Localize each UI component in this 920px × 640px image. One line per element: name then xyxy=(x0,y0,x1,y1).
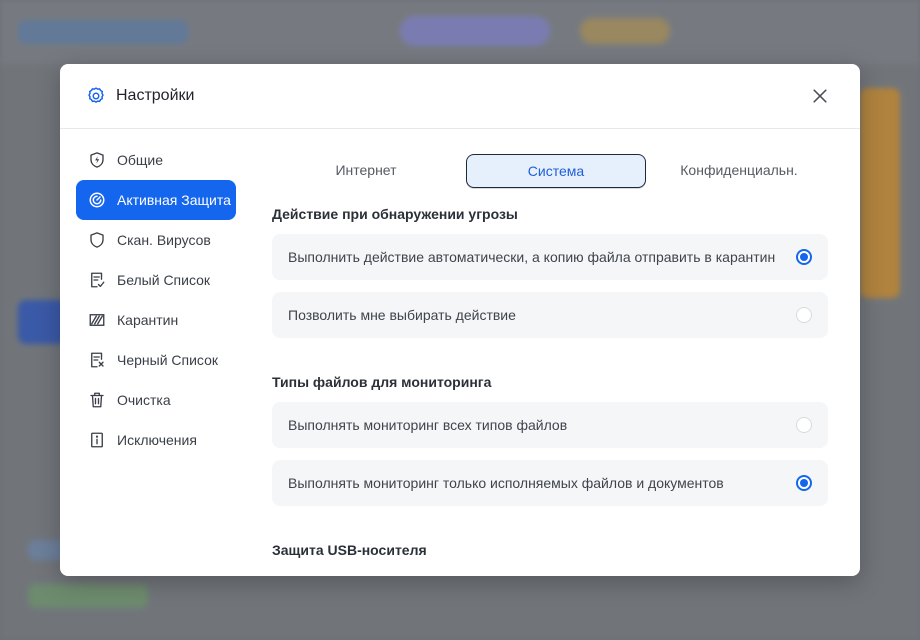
sidebar-item-whitelist[interactable]: Белый Список xyxy=(76,260,236,300)
gear-icon xyxy=(86,86,106,106)
option-label: Позволить мне выбирать действие xyxy=(288,307,516,323)
sidebar-item-blacklist[interactable]: Черный Список xyxy=(76,340,236,380)
dialog-title: Настройки xyxy=(116,87,195,104)
close-icon xyxy=(813,89,827,103)
option-auto-quarantine[interactable]: Выполнить действие автоматически, а копи… xyxy=(272,234,828,280)
radio-let-me-choose[interactable] xyxy=(796,307,812,323)
info-doc-icon xyxy=(91,432,103,448)
dialog-header: Настройки xyxy=(60,64,860,129)
sidebar-item-label: Общие xyxy=(117,152,164,168)
sidebar-item-quarantine[interactable]: Карантин xyxy=(76,300,236,340)
section-title-usb-protection: Защита USB-носителя xyxy=(272,542,427,558)
section-title-file-types: Типы файлов для мониторинга xyxy=(272,374,492,390)
sidebar-item-cleanup[interactable]: Очистка xyxy=(76,380,236,420)
lightning-shield-icon xyxy=(90,152,104,168)
section-title-threat-action: Действие при обнаружении угрозы xyxy=(272,206,518,222)
sidebar-item-exclusions[interactable]: Исключения xyxy=(76,420,236,460)
quarantine-icon xyxy=(89,314,105,326)
settings-tabs: Интернет Система Конфиденциальн. xyxy=(272,154,832,188)
checklist-icon xyxy=(91,272,105,288)
radio-auto-quarantine[interactable] xyxy=(796,249,812,265)
tab-internet[interactable]: Интернет xyxy=(272,154,460,186)
option-label: Выполнить действие автоматически, а копи… xyxy=(288,249,776,265)
radio-all-file-types[interactable] xyxy=(796,417,812,433)
option-executables-docs[interactable]: Выполнять мониторинг только исполняемых … xyxy=(272,460,828,506)
shield-icon xyxy=(90,232,104,248)
close-button[interactable] xyxy=(806,82,834,110)
tab-system[interactable]: Система xyxy=(466,154,646,188)
sidebar-item-label: Скан. Вирусов xyxy=(117,232,211,248)
option-all-file-types[interactable]: Выполнять мониторинг всех типов файлов xyxy=(272,402,828,448)
option-label: Выполнять мониторинг всех типов файлов xyxy=(288,417,568,433)
radar-icon xyxy=(89,192,105,208)
tab-privacy[interactable]: Конфиденциальн. xyxy=(650,154,828,186)
sidebar-item-label: Карантин xyxy=(117,312,179,328)
settings-content: Интернет Система Конфиденциальн. Действи… xyxy=(272,154,832,558)
option-let-me-choose[interactable]: Позволить мне выбирать действие xyxy=(272,292,828,338)
settings-sidebar: Общие Активная Защита Скан. Вирусов Белы… xyxy=(76,140,236,460)
settings-dialog: Настройки Общие Активная Защита Скан. Ви… xyxy=(60,64,860,576)
sidebar-item-general[interactable]: Общие xyxy=(76,140,236,180)
sidebar-item-label: Исключения xyxy=(117,432,197,448)
sidebar-item-label: Очистка xyxy=(117,392,171,408)
sidebar-item-label: Белый Список xyxy=(117,272,211,288)
sidebar-item-label: Активная Защита xyxy=(117,192,231,208)
sidebar-item-virus-scan[interactable]: Скан. Вирусов xyxy=(76,220,236,260)
blacklist-icon xyxy=(91,352,104,368)
sidebar-item-active-protection[interactable]: Активная Защита xyxy=(76,180,236,220)
sidebar-item-label: Черный Список xyxy=(117,352,218,368)
option-label: Выполнять мониторинг только исполняемых … xyxy=(288,475,724,491)
trash-icon xyxy=(90,392,104,408)
radio-executables-docs[interactable] xyxy=(796,475,812,491)
